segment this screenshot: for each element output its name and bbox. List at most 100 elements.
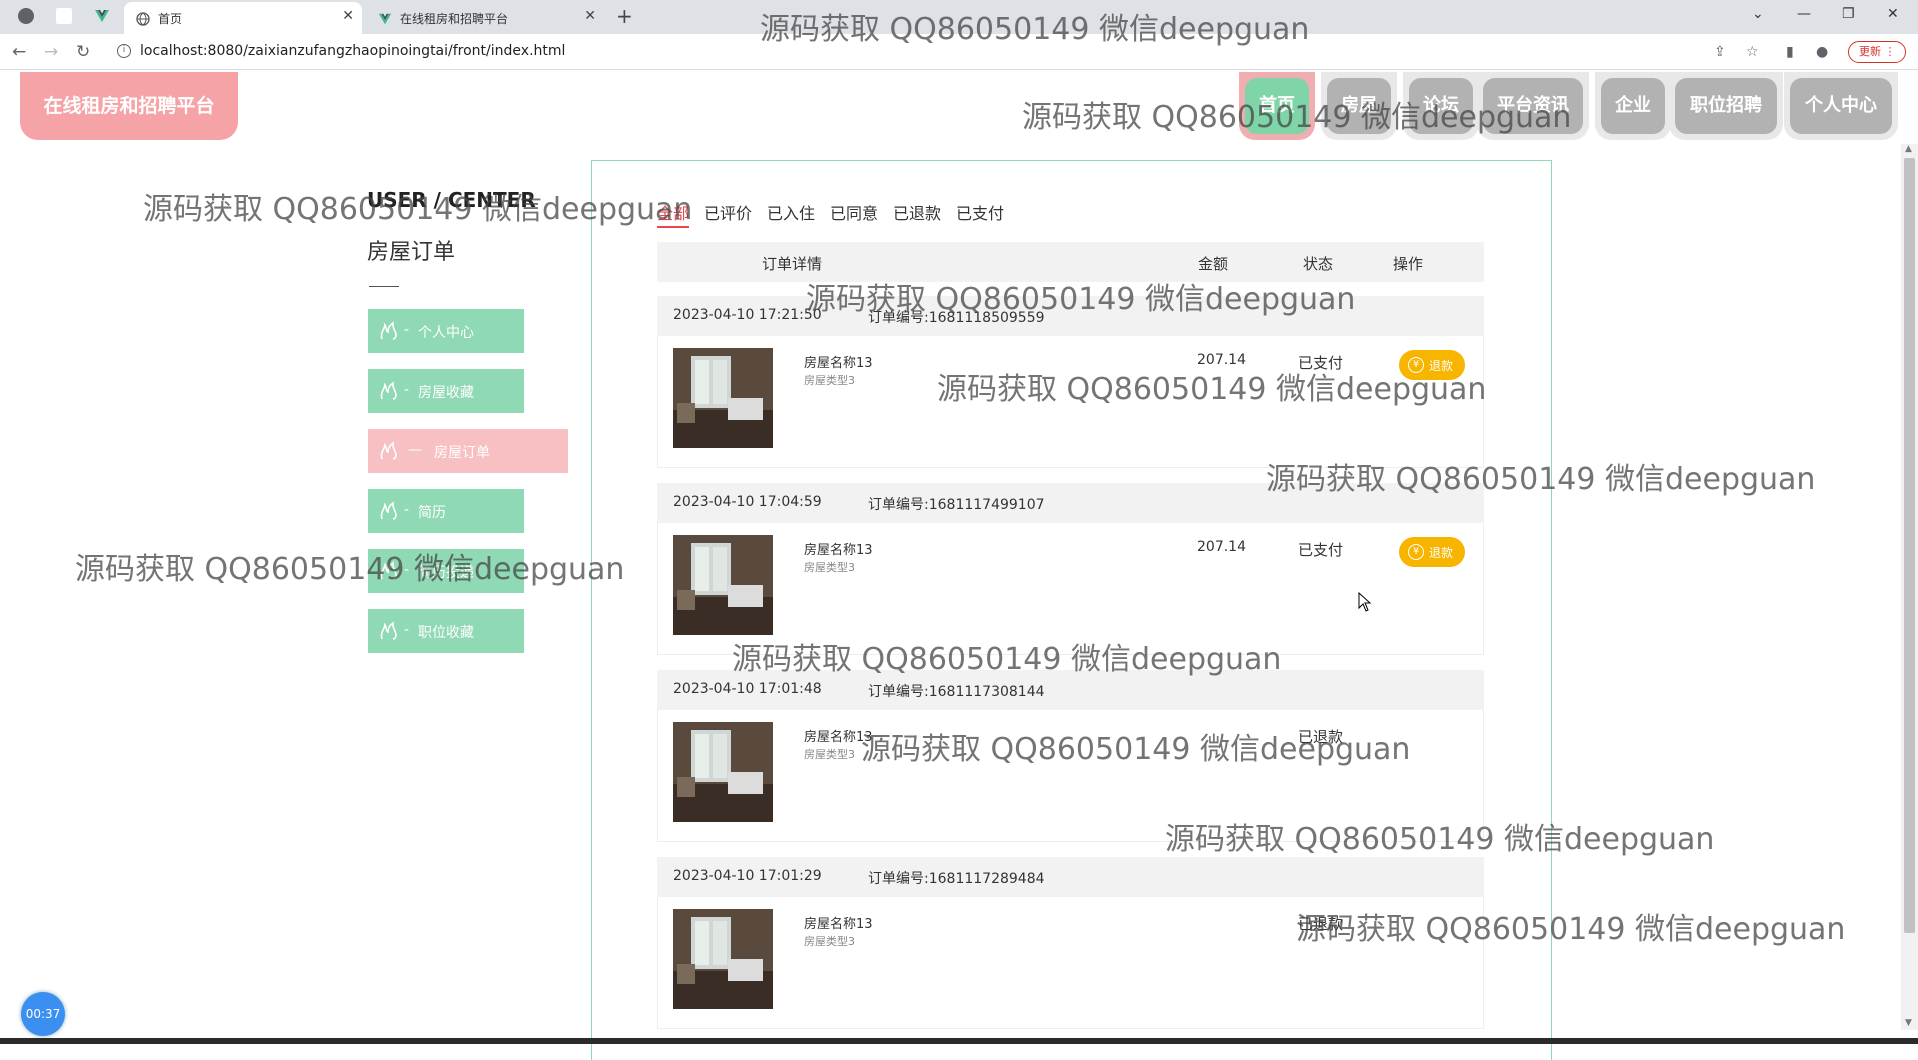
tab-label: 首页	[158, 12, 183, 26]
sidebar-item-label: 房屋收藏	[418, 385, 474, 401]
scroll-up-icon[interactable]: ▲	[1905, 144, 1912, 154]
sidebar-item-label: 简历投递	[418, 565, 474, 581]
minimize-icon[interactable]: —	[1797, 6, 1811, 22]
order-card: 2023-04-10 17:04:59 订单编号:1681117499107 房…	[657, 483, 1484, 655]
house-name[interactable]: 房屋名称13	[804, 726, 873, 745]
globe-icon	[136, 11, 150, 26]
vue-logo-icon[interactable]	[94, 8, 110, 24]
filter-checked-in[interactable]: 已入住	[767, 200, 815, 224]
back-icon[interactable]: ←	[12, 42, 26, 62]
sidebar-item-house-orders[interactable]: — 房屋订单	[368, 429, 568, 473]
refund-label: 退款	[1429, 359, 1454, 373]
order-header: 2023-04-10 17:01:48 订单编号:1681117308144	[657, 670, 1484, 710]
order-status: 已退款	[1298, 915, 1344, 933]
tab-label: 在线租房和招聘平台	[400, 12, 509, 26]
filter-refunded[interactable]: 已退款	[893, 200, 941, 224]
order-header: 2023-04-10 17:21:50 订单编号:1681118509559	[657, 296, 1484, 336]
nav-label: 企业	[1601, 78, 1665, 134]
house-name[interactable]: 房屋名称13	[804, 913, 873, 932]
browser-update-button[interactable]: 更新 ⋮	[1848, 41, 1906, 63]
share-icon[interactable]: ⇪	[1714, 44, 1726, 60]
sidebar-item-house-favorites[interactable]: - 房屋收藏	[368, 369, 524, 413]
tab-close-icon[interactable]: ✕	[342, 8, 354, 24]
nav-label: 职位招聘	[1675, 78, 1777, 134]
order-number: 订单编号:1681117499107	[868, 497, 1045, 513]
tab-close-icon[interactable]: ✕	[584, 8, 596, 24]
profile-avatar-icon[interactable]: ●	[1816, 44, 1828, 60]
nav-user-center[interactable]: 个人中心	[1784, 72, 1898, 140]
refund-button[interactable]: ¥ 退款	[1399, 537, 1465, 567]
sidebar-item-label: 个人中心	[418, 325, 474, 341]
bookmark-star-icon[interactable]: ☆	[1746, 44, 1759, 60]
order-number: 订单编号:1681118509559	[868, 310, 1045, 326]
sidepanel-icon[interactable]: ▮	[1786, 44, 1794, 60]
filter-approved[interactable]: 已同意	[830, 200, 878, 224]
title-underline	[369, 286, 399, 287]
order-body: 房屋名称13 房屋类型3 已退款	[657, 710, 1484, 842]
nav-home[interactable]: 首页	[1239, 72, 1315, 140]
scrollbar-thumb[interactable]	[1904, 158, 1915, 933]
order-amount: 207.14	[1197, 539, 1246, 555]
house-photo[interactable]	[673, 348, 773, 448]
address-bar: ← → ↻ i localhost:8080/zaixianzufangzhao…	[0, 34, 1918, 70]
nav-housing[interactable]: 房屋	[1321, 72, 1397, 140]
nav-jobs[interactable]: 职位招聘	[1669, 72, 1783, 140]
house-photo[interactable]	[673, 722, 773, 822]
order-status: 已退款	[1298, 728, 1344, 746]
house-name[interactable]: 房屋名称13	[804, 352, 873, 371]
restore-icon[interactable]: ❐	[1842, 6, 1855, 22]
update-label: 更新	[1859, 45, 1881, 58]
nav-label: 平台资讯	[1483, 78, 1583, 134]
column-order-details: 订单详情	[762, 255, 823, 273]
sidebar-item-personal-center[interactable]: - 个人中心	[368, 309, 524, 353]
tab-home[interactable]: 首页 ✕	[124, 2, 362, 34]
new-tab-button[interactable]: +	[616, 4, 633, 28]
nav-news[interactable]: 平台资讯	[1477, 72, 1589, 140]
url-field[interactable]: localhost:8080/zaixianzufangzhaopinoingt…	[140, 43, 565, 59]
nav-company[interactable]: 企业	[1595, 72, 1671, 140]
sidebar-item-resume[interactable]: - 简历	[368, 489, 524, 533]
yen-icon: ¥	[1408, 357, 1424, 373]
order-card: 2023-04-10 17:01:29 订单编号:1681117289484 房…	[657, 857, 1484, 1029]
tab-platform[interactable]: 在线租房和招聘平台 ✕	[366, 2, 604, 34]
sidebar-item-label: 简历	[418, 505, 446, 521]
house-photo[interactable]	[673, 909, 773, 1009]
order-header: 2023-04-10 17:04:59 订单编号:1681117499107	[657, 483, 1484, 523]
house-photo[interactable]	[673, 535, 773, 635]
pinned-tab-icon[interactable]	[56, 8, 72, 24]
orders-table-header: 订单详情 金额 状态 操作	[657, 242, 1484, 282]
filter-all[interactable]: 全部	[657, 200, 690, 228]
nav-label: 论坛	[1409, 78, 1473, 134]
reload-icon[interactable]: ↻	[76, 42, 90, 62]
order-status: 已支付	[1298, 354, 1344, 372]
yen-icon: ¥	[1408, 544, 1424, 560]
tab-search-icon[interactable]: ⌄	[1752, 6, 1764, 22]
site-logo[interactable]: 在线租房和招聘平台	[20, 72, 238, 140]
flame-icon	[378, 380, 400, 402]
column-amount: 金额	[1198, 255, 1229, 273]
nav-forum[interactable]: 论坛	[1403, 72, 1479, 140]
forward-icon[interactable]: →	[44, 42, 58, 62]
nav-label: 房屋	[1327, 78, 1391, 134]
flame-icon	[378, 620, 400, 642]
scroll-down-icon[interactable]: ▼	[1905, 1018, 1912, 1028]
sidebar-item-job-favorites[interactable]: - 职位收藏	[368, 609, 524, 653]
refund-label: 退款	[1429, 546, 1454, 560]
house-type: 房屋类型3	[804, 561, 855, 574]
recording-timer[interactable]: 00:37	[21, 992, 65, 1036]
sidebar-item-resume-submissions[interactable]: - 简历投递	[368, 549, 524, 593]
refund-button[interactable]: ¥ 退款	[1399, 350, 1465, 380]
house-name[interactable]: 房屋名称13	[804, 539, 873, 558]
filter-reviewed[interactable]: 已评价	[704, 200, 752, 224]
flame-icon	[378, 500, 400, 522]
close-window-icon[interactable]: ✕	[1887, 6, 1899, 22]
mouse-cursor-icon	[1358, 592, 1372, 612]
flame-icon	[378, 560, 400, 582]
order-time: 2023-04-10 17:21:50	[673, 307, 822, 323]
flame-icon	[378, 440, 400, 462]
filter-paid[interactable]: 已支付	[956, 200, 1004, 224]
order-time: 2023-04-10 17:01:29	[673, 868, 822, 884]
site-info-icon[interactable]: i	[117, 44, 131, 58]
browser-profile-icon[interactable]	[18, 8, 34, 24]
user-center-title-en: USER / CENTER	[367, 188, 536, 212]
